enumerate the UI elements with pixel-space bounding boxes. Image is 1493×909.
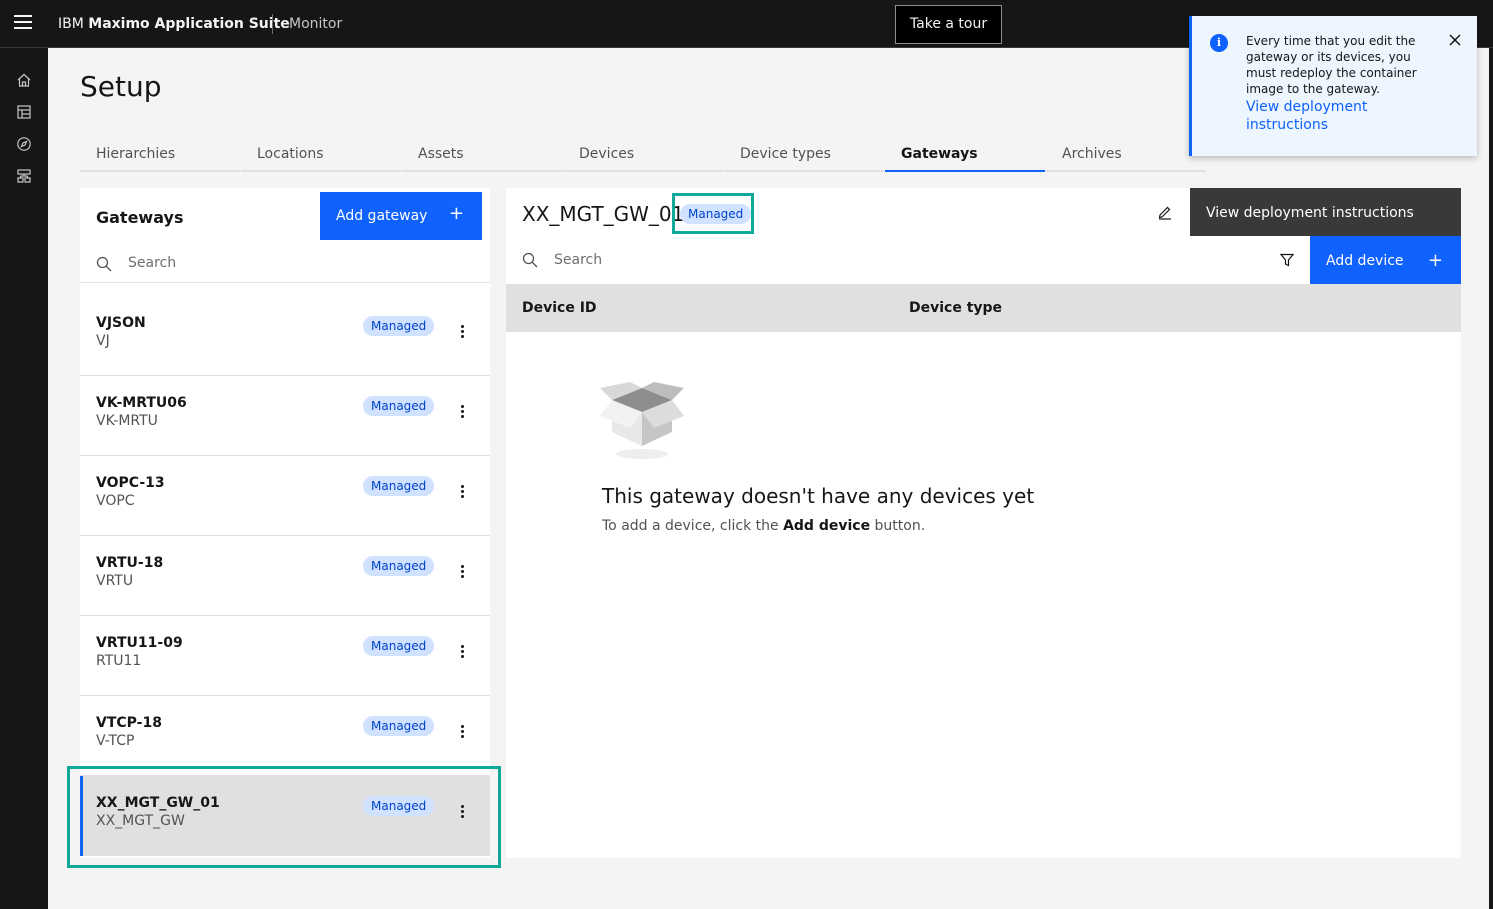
tab-assets[interactable]: Assets: [402, 136, 562, 172]
empty-state-message: To add a device, click the Add device bu…: [602, 518, 925, 534]
device-table-header: Device ID Device type: [506, 284, 1461, 332]
tab-device-types[interactable]: Device types: [724, 136, 884, 172]
status-badge: Managed: [363, 316, 435, 336]
overflow-menu-icon[interactable]: [456, 724, 468, 740]
menu-icon[interactable]: [14, 15, 34, 33]
column-header-device-id[interactable]: Device ID: [522, 300, 597, 316]
search-icon: [96, 256, 112, 272]
gateway-list-item[interactable]: VOPC-13 VOPC Managed: [80, 456, 490, 536]
overflow-menu-icon[interactable]: [456, 564, 468, 580]
gateway-name: VRTU-18: [96, 555, 164, 571]
status-badge: Managed: [363, 476, 435, 496]
status-badge: Managed: [363, 556, 435, 576]
gateway-detail-panel: XX_MGT_GW_01 Managed View deployment ins…: [506, 188, 1461, 858]
tab-devices[interactable]: Devices: [563, 136, 723, 172]
gateway-name: VOPC-13: [96, 475, 165, 491]
take-tour-button[interactable]: Take a tour: [895, 5, 1002, 44]
home-icon[interactable]: [16, 72, 32, 88]
gateway-list-item[interactable]: VK-MRTU06 VK-MRTU Managed: [80, 376, 490, 456]
tab-locations[interactable]: Locations: [241, 136, 401, 172]
view-deployment-instructions-link[interactable]: View deployment instructions: [1246, 98, 1396, 134]
overflow-menu-icon[interactable]: [456, 324, 468, 340]
status-badge: Managed: [363, 396, 435, 416]
add-gateway-button[interactable]: Add gateway +: [320, 192, 482, 240]
filter-icon[interactable]: [1280, 253, 1294, 267]
tab-gateways[interactable]: Gateways: [885, 136, 1045, 172]
highlight-status-badge: [672, 193, 754, 234]
gateway-list-item[interactable]: VTCP-18 V-TCP Managed: [80, 696, 490, 776]
device-search-input[interactable]: Search: [506, 236, 1310, 284]
gateway-name: VTCP-18: [96, 715, 162, 731]
page-title: Setup: [80, 70, 162, 103]
status-badge: Managed: [363, 716, 435, 736]
info-notification: i Every time that you edit the gateway o…: [1189, 16, 1477, 156]
gateway-list-item[interactable]: VJSON VJ Managed: [80, 296, 490, 376]
gateways-panel: Gateways Add gateway + Search VJSON VJ M…: [80, 188, 490, 858]
left-rail: [0, 48, 48, 909]
gateway-type: V-TCP: [96, 733, 135, 749]
gateway-search-input[interactable]: Search: [80, 243, 490, 283]
plus-icon: +: [448, 203, 464, 224]
add-device-label: Add device: [1326, 253, 1404, 269]
gateway-name: VK-MRTU06: [96, 395, 187, 411]
brand-name: Maximo Application Suite: [88, 16, 290, 32]
column-header-device-type[interactable]: Device type: [909, 300, 1002, 316]
gateway-name: VRTU11-09: [96, 635, 183, 651]
close-icon[interactable]: [1448, 33, 1462, 47]
overflow-menu-icon[interactable]: [456, 644, 468, 660]
device-search-placeholder: Search: [554, 252, 603, 268]
empty-msg-bold: Add device: [783, 518, 871, 534]
gateway-detail-title: XX_MGT_GW_01: [522, 202, 685, 226]
edit-icon[interactable]: [1157, 204, 1173, 220]
brand-prefix: IBM: [58, 16, 84, 32]
app-name: Monitor: [289, 16, 343, 32]
empty-state-title: This gateway doesn't have any devices ye…: [602, 484, 1035, 508]
gateway-type: VRTU: [96, 573, 134, 589]
plus-icon: +: [1427, 250, 1443, 271]
add-gateway-label: Add gateway: [336, 208, 428, 224]
dashboard-icon[interactable]: [16, 104, 32, 120]
gateway-name: VJSON: [96, 315, 146, 331]
info-icon: i: [1210, 34, 1228, 52]
empty-box-icon: [600, 382, 684, 459]
overflow-menu-icon[interactable]: [456, 484, 468, 500]
gateway-search-placeholder: Search: [128, 255, 177, 271]
gateway-list-item[interactable]: VRTU11-09 RTU11 Managed: [80, 616, 490, 696]
tab-hierarchies[interactable]: Hierarchies: [80, 136, 240, 172]
overflow-menu-icon[interactable]: [456, 404, 468, 420]
gateway-type: RTU11: [96, 653, 142, 669]
gateway-type: VJ: [96, 333, 110, 349]
tab-archives[interactable]: Archives: [1046, 136, 1206, 172]
setup-icon[interactable]: [16, 168, 32, 184]
notification-text: Every time that you edit the gateway or …: [1246, 34, 1417, 96]
brand[interactable]: IBM Maximo Application Suite: [58, 16, 290, 32]
gateway-type: VK-MRTU: [96, 413, 158, 429]
view-deployment-instructions-button[interactable]: View deployment instructions: [1190, 188, 1461, 236]
status-badge: Managed: [363, 636, 435, 656]
empty-msg-part: button.: [870, 518, 926, 534]
search-icon: [522, 252, 538, 268]
gateway-type: VOPC: [96, 493, 135, 509]
brand-divider: [272, 14, 273, 34]
gateways-panel-title: Gateways: [96, 208, 184, 227]
empty-msg-part: To add a device, click the: [602, 518, 784, 534]
add-device-button[interactable]: Add device +: [1310, 236, 1461, 284]
compass-icon[interactable]: [16, 136, 32, 152]
gateway-list-item[interactable]: VRTU-18 VRTU Managed: [80, 536, 490, 616]
highlight-selected-gateway: [67, 766, 501, 868]
